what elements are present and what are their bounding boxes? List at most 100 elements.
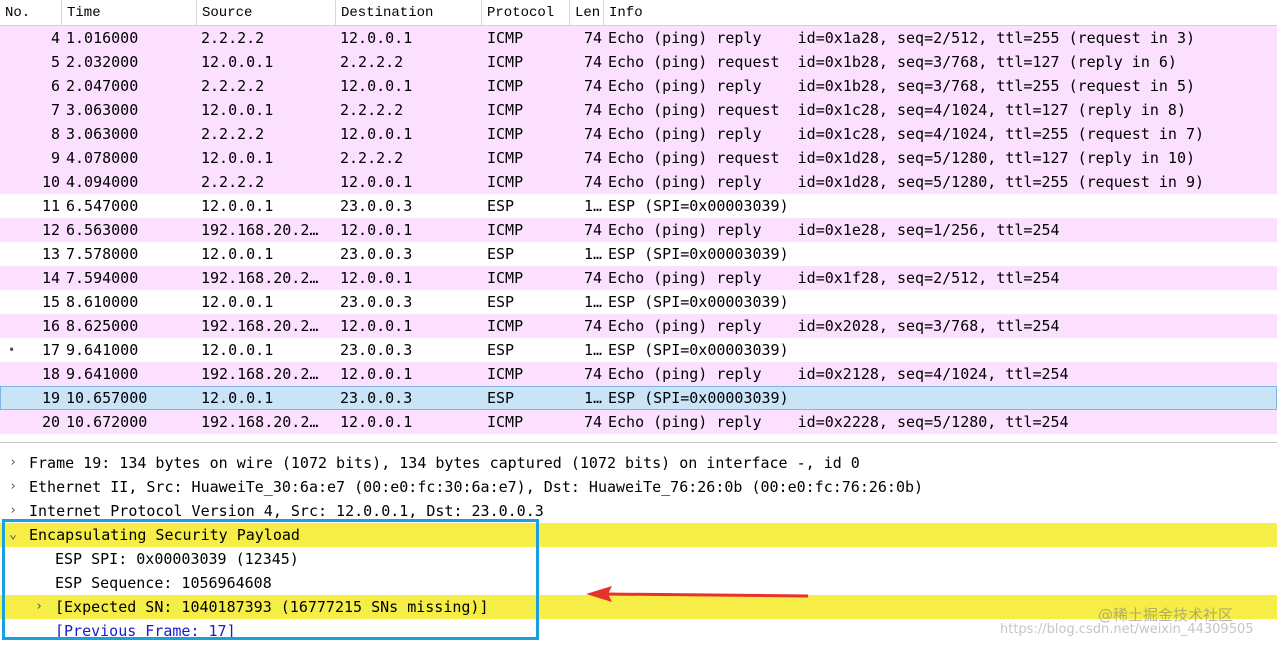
- cell-destination: 12.0.0.1: [340, 365, 413, 383]
- cell-protocol: ICMP: [487, 413, 524, 431]
- packet-row[interactable]: 15 8.610000 12.0.0.1 23.0.0.3 ESP 1… ESP (SPI=…: [0, 290, 1277, 314]
- detail-esp[interactable]: ⌄ Encapsulating Security Payload: [0, 523, 1277, 547]
- packet-row[interactable]: 14 7.594000 192.168.20.2… 12.0.0.1 ICMP 74 Ech…: [0, 266, 1277, 290]
- cell-source: 12.0.0.1: [201, 101, 274, 119]
- column-header-time[interactable]: Time: [62, 0, 197, 25]
- packet-row[interactable]: 18 9.641000 192.168.20.2… 12.0.0.1 ICMP 74 Ech…: [0, 362, 1277, 386]
- cell-source: 2.2.2.2: [201, 173, 265, 191]
- cell-no: 17: [41, 341, 60, 359]
- packet-row[interactable]: 20 10.672000 192.168.20.2… 12.0.0.1 ICMP 74 Ec…: [0, 410, 1277, 434]
- cell-time: 6.563000: [66, 221, 139, 239]
- packet-row[interactable]: • 17 9.641000 12.0.0.1 23.0.0.3 ESP 1… ESP (SPI…: [0, 338, 1277, 362]
- cell-protocol: ICMP: [487, 101, 524, 119]
- cell-no: 8: [50, 125, 60, 143]
- cell-destination: 12.0.0.1: [340, 317, 413, 335]
- cell-time: 10.657000: [66, 389, 148, 407]
- cell-len: 1…: [583, 293, 602, 311]
- cell-len: 74: [583, 413, 602, 431]
- cell-protocol: ESP: [487, 341, 515, 359]
- expand-chevron-icon[interactable]: ›: [6, 451, 20, 475]
- column-header-len[interactable]: Len: [570, 0, 604, 25]
- packet-row[interactable]: 13 7.578000 12.0.0.1 23.0.0.3 ESP 1… ESP (SPI=…: [0, 242, 1277, 266]
- cell-info: Echo (ping) reply id=0x1d28, seq=5/1280,…: [608, 173, 1205, 191]
- cell-info: ESP (SPI=0x00003039): [608, 341, 789, 359]
- cell-time: 4.094000: [66, 173, 139, 191]
- cell-no: 4: [50, 29, 60, 47]
- expand-chevron-icon[interactable]: ›: [6, 475, 20, 499]
- cell-time: 3.063000: [66, 101, 139, 119]
- cell-info: Echo (ping) reply id=0x1f28, seq=2/512, …: [608, 269, 1060, 287]
- cell-no: 19: [41, 389, 60, 407]
- cell-protocol: ICMP: [487, 125, 524, 143]
- packet-row[interactable]: 8 3.063000 2.2.2.2 12.0.0.1 ICMP 74 Echo (ping…: [0, 122, 1277, 146]
- column-header-destination[interactable]: Destination: [336, 0, 482, 25]
- cell-destination: 23.0.0.3: [340, 341, 413, 359]
- packet-row[interactable]: 5 2.032000 12.0.0.1 2.2.2.2 ICMP 74 Echo (ping…: [0, 50, 1277, 74]
- cell-source: 12.0.0.1: [201, 341, 274, 359]
- detail-esp-spi[interactable]: ESP SPI: 0x00003039 (12345): [0, 547, 1277, 571]
- expand-chevron-icon[interactable]: ›: [32, 595, 46, 619]
- detail-ethernet[interactable]: › Ethernet II, Src: HuaweiTe_30:6a:e7 (00…: [0, 475, 1277, 499]
- cell-len: 1…: [583, 341, 602, 359]
- collapse-chevron-icon[interactable]: ⌄: [6, 523, 20, 547]
- cell-time: 6.547000: [66, 197, 139, 215]
- packet-list-pane[interactable]: No. Time Source Destination Protocol Len…: [0, 0, 1277, 443]
- cell-len: 74: [583, 53, 602, 71]
- cell-source: 12.0.0.1: [201, 149, 274, 167]
- cell-time: 4.078000: [66, 149, 139, 167]
- expand-chevron-icon[interactable]: ›: [6, 499, 20, 523]
- packet-row-selected[interactable]: 19 10.657000 12.0.0.1 23.0.0.3 ESP 1… ESP (SPI…: [0, 386, 1277, 410]
- column-header-info[interactable]: Info: [604, 0, 1277, 25]
- cell-protocol: ESP: [487, 389, 515, 407]
- cell-destination: 12.0.0.1: [340, 269, 413, 287]
- cell-source: 12.0.0.1: [201, 53, 274, 71]
- packet-row[interactable]: 16 8.625000 192.168.20.2… 12.0.0.1 ICMP 74 Ech…: [0, 314, 1277, 338]
- detail-text: Frame 19: 134 bytes on wire (1072 bits),…: [29, 454, 860, 472]
- detail-text: Internet Protocol Version 4, Src: 12.0.0…: [29, 502, 544, 520]
- column-header-protocol[interactable]: Protocol: [482, 0, 570, 25]
- cell-len: 74: [583, 317, 602, 335]
- packet-details-pane[interactable]: › Frame 19: 134 bytes on wire (1072 bits)…: [0, 451, 1277, 646]
- cell-destination: 12.0.0.1: [340, 77, 413, 95]
- detail-text: Ethernet II, Src: HuaweiTe_30:6a:e7 (00:…: [29, 478, 924, 496]
- cell-destination: 23.0.0.3: [340, 197, 413, 215]
- cell-source: 12.0.0.1: [201, 245, 274, 263]
- cell-info: Echo (ping) reply id=0x2128, seq=4/1024,…: [608, 365, 1069, 383]
- previous-frame-link[interactable]: [Previous Frame: 17]: [55, 619, 236, 643]
- cell-source: 192.168.20.2…: [201, 269, 319, 287]
- cell-info: Echo (ping) reply id=0x1e28, seq=1/256, …: [608, 221, 1060, 239]
- cell-source: 2.2.2.2: [201, 77, 265, 95]
- cell-no: 7: [50, 101, 60, 119]
- packet-row[interactable]: 7 3.063000 12.0.0.1 2.2.2.2 ICMP 74 Echo (ping…: [0, 98, 1277, 122]
- cell-info: Echo (ping) reply id=0x1a28, seq=2/512, …: [608, 29, 1195, 47]
- detail-frame[interactable]: › Frame 19: 134 bytes on wire (1072 bits)…: [0, 451, 1277, 475]
- cell-no: 20: [41, 413, 60, 431]
- column-header-no[interactable]: No.: [0, 0, 62, 25]
- detail-text: Encapsulating Security Payload: [29, 526, 300, 544]
- detail-text: [Expected SN: 1040187393 (16777215 SNs m…: [55, 598, 489, 616]
- packet-row[interactable]: 6 2.047000 2.2.2.2 12.0.0.1 ICMP 74 Echo (ping…: [0, 74, 1277, 98]
- cell-time: 2.047000: [66, 77, 139, 95]
- cell-destination: 23.0.0.3: [340, 245, 413, 263]
- cell-destination: 12.0.0.1: [340, 29, 413, 47]
- cell-protocol: ICMP: [487, 53, 524, 71]
- packet-row[interactable]: 4 1.016000 2.2.2.2 12.0.0.1 ICMP 74 Echo (ping…: [0, 26, 1277, 50]
- cell-protocol: ICMP: [487, 365, 524, 383]
- packet-row[interactable]: 11 6.547000 12.0.0.1 23.0.0.3 ESP 1… ESP (SPI=…: [0, 194, 1277, 218]
- cell-no: 11: [41, 197, 60, 215]
- cell-time: 8.610000: [66, 293, 139, 311]
- cell-source: 12.0.0.1: [201, 389, 274, 407]
- cell-info: ESP (SPI=0x00003039): [608, 389, 789, 407]
- cell-time: 7.594000: [66, 269, 139, 287]
- packet-row[interactable]: 12 6.563000 192.168.20.2… 12.0.0.1 ICMP 74 Ech…: [0, 218, 1277, 242]
- cell-time: 9.641000: [66, 365, 139, 383]
- cell-protocol: ICMP: [487, 221, 524, 239]
- detail-ipv4[interactable]: › Internet Protocol Version 4, Src: 12.0.…: [0, 499, 1277, 523]
- cell-destination: 12.0.0.1: [340, 221, 413, 239]
- column-header-source[interactable]: Source: [197, 0, 336, 25]
- packet-row[interactable]: 10 4.094000 2.2.2.2 12.0.0.1 ICMP 74 Echo (pin…: [0, 170, 1277, 194]
- cell-info: Echo (ping) request id=0x1b28, seq=3/768…: [608, 53, 1177, 71]
- cell-destination: 12.0.0.1: [340, 173, 413, 191]
- packet-row[interactable]: 9 4.078000 12.0.0.1 2.2.2.2 ICMP 74 Echo (ping…: [0, 146, 1277, 170]
- detail-text: ESP Sequence: 1056964608: [55, 574, 272, 592]
